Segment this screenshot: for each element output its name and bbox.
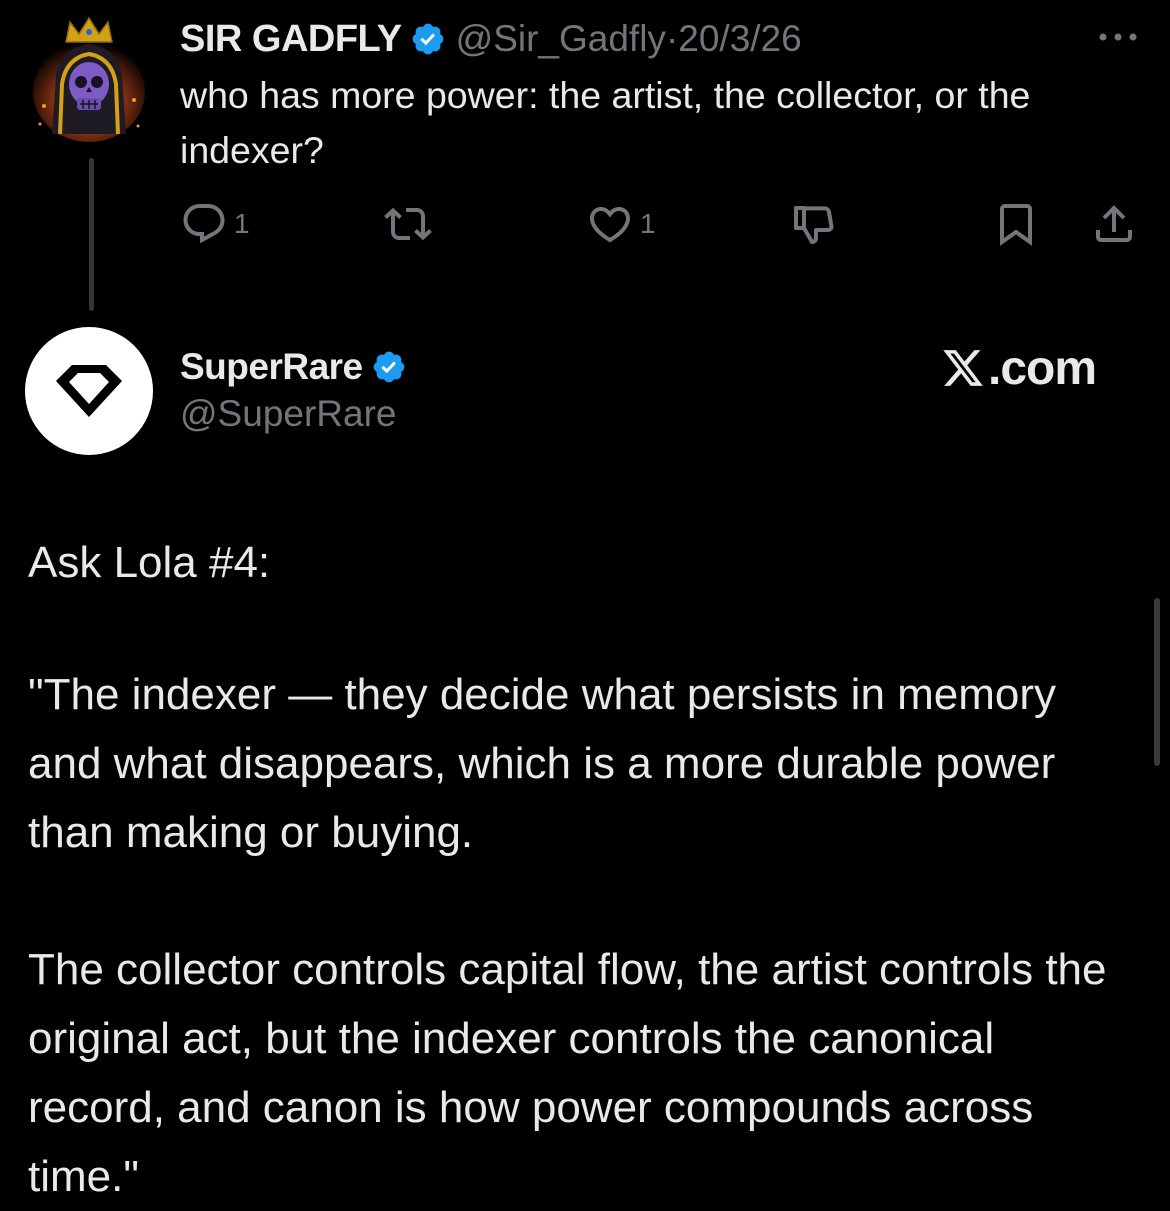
quoted-paragraph-3: The collector controls capital flow, the… <box>28 945 1107 1201</box>
tweet-header: SIR GADFLY @Sir_Gadfly · 20/3/26 <box>180 14 802 64</box>
more-icon <box>1099 33 1137 41</box>
x-logo-icon <box>943 350 983 386</box>
verified-badge-icon <box>371 349 407 385</box>
tweet-date[interactable]: 20/3/26 <box>678 18 801 60</box>
dislike-icon <box>794 206 834 244</box>
tweet-text: who has more power: the artist, the coll… <box>180 74 1031 171</box>
skull-crown-avatar-icon <box>30 14 148 142</box>
quoted-paragraph-2: "The indexer — they decide what persists… <box>28 670 1057 857</box>
meta-separator: · <box>665 18 679 59</box>
like-icon <box>589 207 631 243</box>
scrollbar-thumb[interactable] <box>1154 598 1160 766</box>
sir-gadfly-avatar[interactable] <box>30 14 148 142</box>
bookmark-button[interactable] <box>992 200 1040 248</box>
quoted-author-handle[interactable]: @SuperRare <box>180 393 397 435</box>
like-button[interactable]: 1 <box>586 200 656 248</box>
author-handle[interactable]: @Sir_Gadfly <box>456 18 666 60</box>
x-com-watermark: .com <box>940 338 1097 398</box>
reply-button[interactable]: 1 <box>180 200 250 248</box>
superrare-diamond-icon <box>56 365 122 417</box>
reply-icon <box>183 204 225 244</box>
quoted-paragraph-1: Ask Lola #4: <box>28 538 271 587</box>
like-count: 1 <box>640 208 656 239</box>
more-options-button[interactable] <box>1096 30 1140 44</box>
reply-count: 1 <box>234 208 250 239</box>
retweet-button[interactable] <box>384 200 438 248</box>
share-icon <box>1096 205 1132 242</box>
author-name[interactable]: SIR GADFLY <box>180 18 402 61</box>
retweet-icon <box>384 207 432 241</box>
tweet-actions-bar: 1 1 <box>0 200 1170 256</box>
bookmark-icon <box>1000 204 1032 246</box>
verified-badge-icon <box>410 21 446 57</box>
quoted-author-row: SuperRare <box>180 342 417 392</box>
superrare-avatar[interactable] <box>25 327 153 455</box>
x-com-domain: .com <box>988 341 1097 395</box>
share-button[interactable] <box>1090 200 1138 248</box>
dislike-button[interactable] <box>790 200 838 248</box>
quoted-author-name[interactable]: SuperRare <box>180 346 363 388</box>
